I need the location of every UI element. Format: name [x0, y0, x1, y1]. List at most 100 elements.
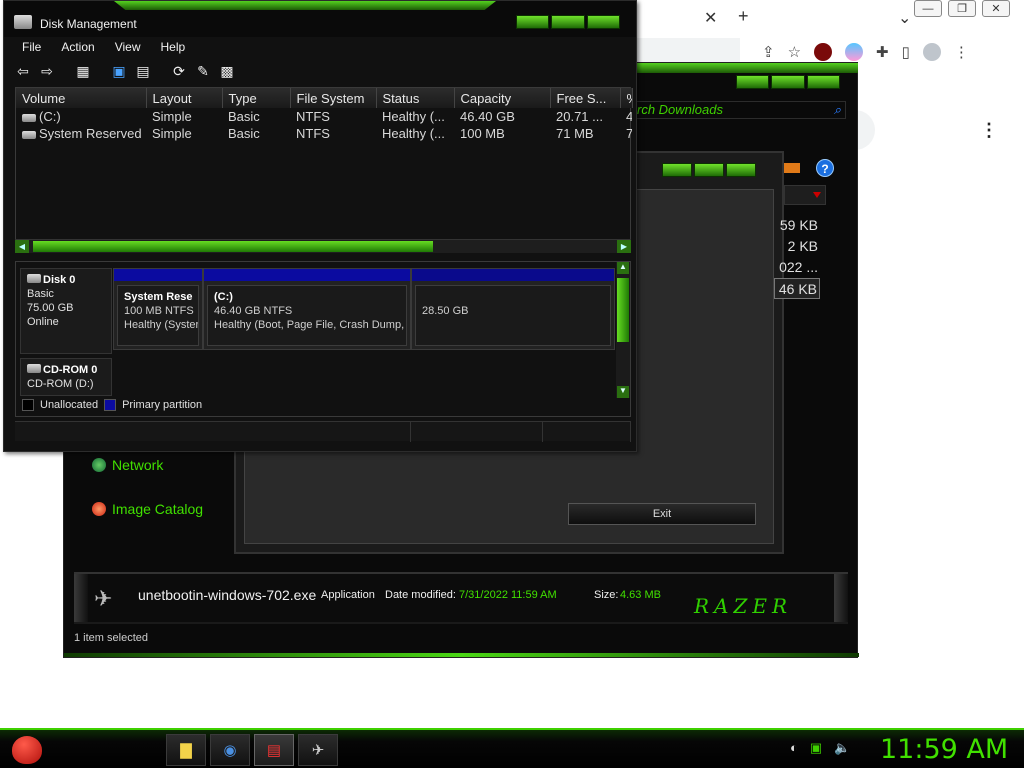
rescan-disks-icon[interactable]: ✎	[194, 63, 212, 79]
maximize-button[interactable]	[771, 75, 805, 89]
forward-arrow-icon[interactable]: ⇨	[38, 63, 56, 79]
column-header[interactable]: Free S...	[550, 88, 621, 108]
partition-size: 28.50 GB	[422, 305, 469, 317]
menu-help[interactable]: Help	[151, 38, 196, 56]
ublock-icon[interactable]	[814, 43, 833, 61]
start-button[interactable]	[8, 732, 48, 768]
menu-view[interactable]: View	[105, 38, 151, 56]
refresh-icon[interactable]: ⟳	[170, 63, 188, 79]
file-size-cell-selected[interactable]: 46 KB	[774, 278, 820, 299]
partition-system-reserved[interactable]: System Rese 100 MB NTFS Healthy (Syster	[113, 268, 203, 350]
column-header[interactable]: Capacity	[454, 88, 551, 108]
file-size-cell[interactable]: 2 KB	[774, 236, 820, 257]
column-header[interactable]: %	[620, 88, 633, 108]
taskbar-disk-management[interactable]: ▤	[254, 734, 294, 766]
taskbar-chrome[interactable]: ◉	[210, 734, 250, 766]
status-pane	[15, 422, 411, 442]
file-size-cell[interactable]: 59 KB	[774, 215, 820, 236]
menu-action[interactable]: Action	[51, 38, 104, 56]
toolbar: ⇦ ⇨ ▦ ▣ ▤ ⟳ ✎ ▩	[14, 61, 236, 81]
volume-cell: (C:)	[16, 108, 146, 125]
close-button[interactable]	[806, 75, 840, 89]
help-book-icon[interactable]: ▣	[110, 63, 128, 79]
scrollbar-thumb[interactable]	[33, 241, 433, 252]
column-header[interactable]: File System	[290, 88, 377, 108]
battery-icon[interactable]: ▣	[810, 740, 822, 756]
restore-icon[interactable]: ❐	[948, 0, 976, 17]
chevron-down-icon[interactable]: ⌄	[898, 8, 911, 28]
sidebar-icon[interactable]: ▯	[902, 43, 910, 61]
executable-icon: ✈	[94, 586, 113, 611]
properties-grid-icon[interactable]: ▩	[218, 63, 236, 79]
column-header[interactable]: Type	[222, 88, 291, 108]
minimize-button[interactable]	[516, 15, 550, 29]
toolbar-separator	[98, 63, 104, 79]
nav-item-image-catalog[interactable]: Image Catalog	[76, 487, 226, 531]
page-menu-icon[interactable]: ⋮	[980, 120, 998, 141]
scroll-right-icon[interactable]: ▶	[617, 240, 631, 253]
puzzle-icon[interactable]: ✚	[876, 43, 889, 61]
column-header[interactable]: Status	[376, 88, 455, 108]
search-input[interactable]: rch Downloads ⌕	[634, 101, 846, 119]
column-header[interactable]: Volume	[16, 88, 147, 108]
scroll-left-icon[interactable]: ◀	[15, 240, 29, 253]
title-bar[interactable]: Disk Management	[4, 1, 636, 37]
share-icon[interactable]: ⇪	[762, 43, 775, 61]
menu-file[interactable]: File	[12, 38, 51, 56]
scroll-down-icon[interactable]: ▼	[617, 386, 629, 398]
new-tab-icon[interactable]: +	[738, 6, 749, 27]
file-size-cell[interactable]: 022 ...	[774, 257, 820, 278]
taskbar-unetbootin[interactable]: ✈	[298, 734, 338, 766]
window-controls	[516, 15, 620, 29]
partition-unlabeled[interactable]: 28.50 GB	[411, 268, 615, 350]
table-row[interactable]: (C:) Simple Basic NTFS Healthy (... 46.4…	[16, 108, 632, 125]
panel-close-button[interactable]	[726, 163, 756, 177]
horizontal-scrollbar[interactable]: ◀ ▶	[15, 239, 631, 253]
clock[interactable]: 11:59 AM	[880, 734, 1008, 765]
toolbar-separator	[158, 63, 164, 79]
volume-name: (C:)	[39, 109, 61, 124]
cdrom-0-row: CD-ROM 0 CD-ROM (D:)	[16, 358, 614, 396]
help-icon[interactable]: ?	[816, 159, 834, 177]
vertical-scrollbar[interactable]: ▲ ▼	[616, 262, 630, 398]
partition-c[interactable]: (C:) 46.40 GB NTFS Healthy (Boot, Page F…	[203, 268, 411, 350]
column-header[interactable]: Layout	[146, 88, 223, 108]
exit-button[interactable]: Exit	[568, 503, 756, 525]
panel-minimize-button[interactable]	[662, 163, 692, 177]
search-icon[interactable]: ⌕	[834, 102, 841, 118]
cdrom-0-label[interactable]: CD-ROM 0 CD-ROM (D:)	[20, 358, 112, 396]
date-modified-value: 7/31/2022 11:59 AM	[459, 589, 557, 601]
details-frame-right	[834, 574, 848, 622]
close-window-icon[interactable]: ✕	[982, 0, 1010, 17]
scrollbar-thumb[interactable]	[617, 278, 629, 342]
browser-window-controls: — ❐ ✕	[914, 0, 1010, 17]
minimize-button[interactable]	[736, 75, 770, 89]
partition-color-bar	[412, 269, 614, 281]
back-arrow-icon[interactable]: ⇦	[14, 63, 32, 79]
close-tab-icon[interactable]: ✕	[704, 8, 717, 28]
folder-icon[interactable]	[784, 163, 800, 173]
show-hide-console-icon[interactable]: ▦	[74, 63, 92, 79]
taskbar-file-manager[interactable]: ▇	[166, 734, 206, 766]
star-icon[interactable]: ☆	[788, 43, 801, 61]
close-button[interactable]	[586, 15, 620, 29]
explorer-window-controls	[736, 75, 840, 89]
minimize-icon[interactable]: —	[914, 0, 942, 17]
maximize-button[interactable]	[551, 15, 585, 29]
scroll-up-icon[interactable]: ▲	[617, 262, 629, 274]
volume-icon[interactable]: 🔈	[834, 740, 850, 756]
extension-icon[interactable]	[845, 43, 864, 61]
disk-management-icon	[14, 15, 32, 29]
status-pane	[411, 422, 543, 442]
network-icon[interactable]: ◐	[790, 740, 798, 756]
properties-icon[interactable]: ▤	[134, 63, 152, 79]
panel-window-controls	[662, 163, 756, 177]
disk-0-label[interactable]: Disk 0 Basic 75.00 GB Online	[20, 268, 112, 354]
profile-icon[interactable]	[922, 43, 941, 61]
table-row[interactable]: System Reserved Simple Basic NTFS Health…	[16, 125, 632, 142]
status-pane	[543, 422, 631, 442]
browser-omnibox[interactable]	[630, 38, 740, 62]
view-dropdown[interactable]	[784, 185, 826, 205]
kebab-menu-icon[interactable]: ⋮	[954, 43, 969, 61]
panel-maximize-button[interactable]	[694, 163, 724, 177]
